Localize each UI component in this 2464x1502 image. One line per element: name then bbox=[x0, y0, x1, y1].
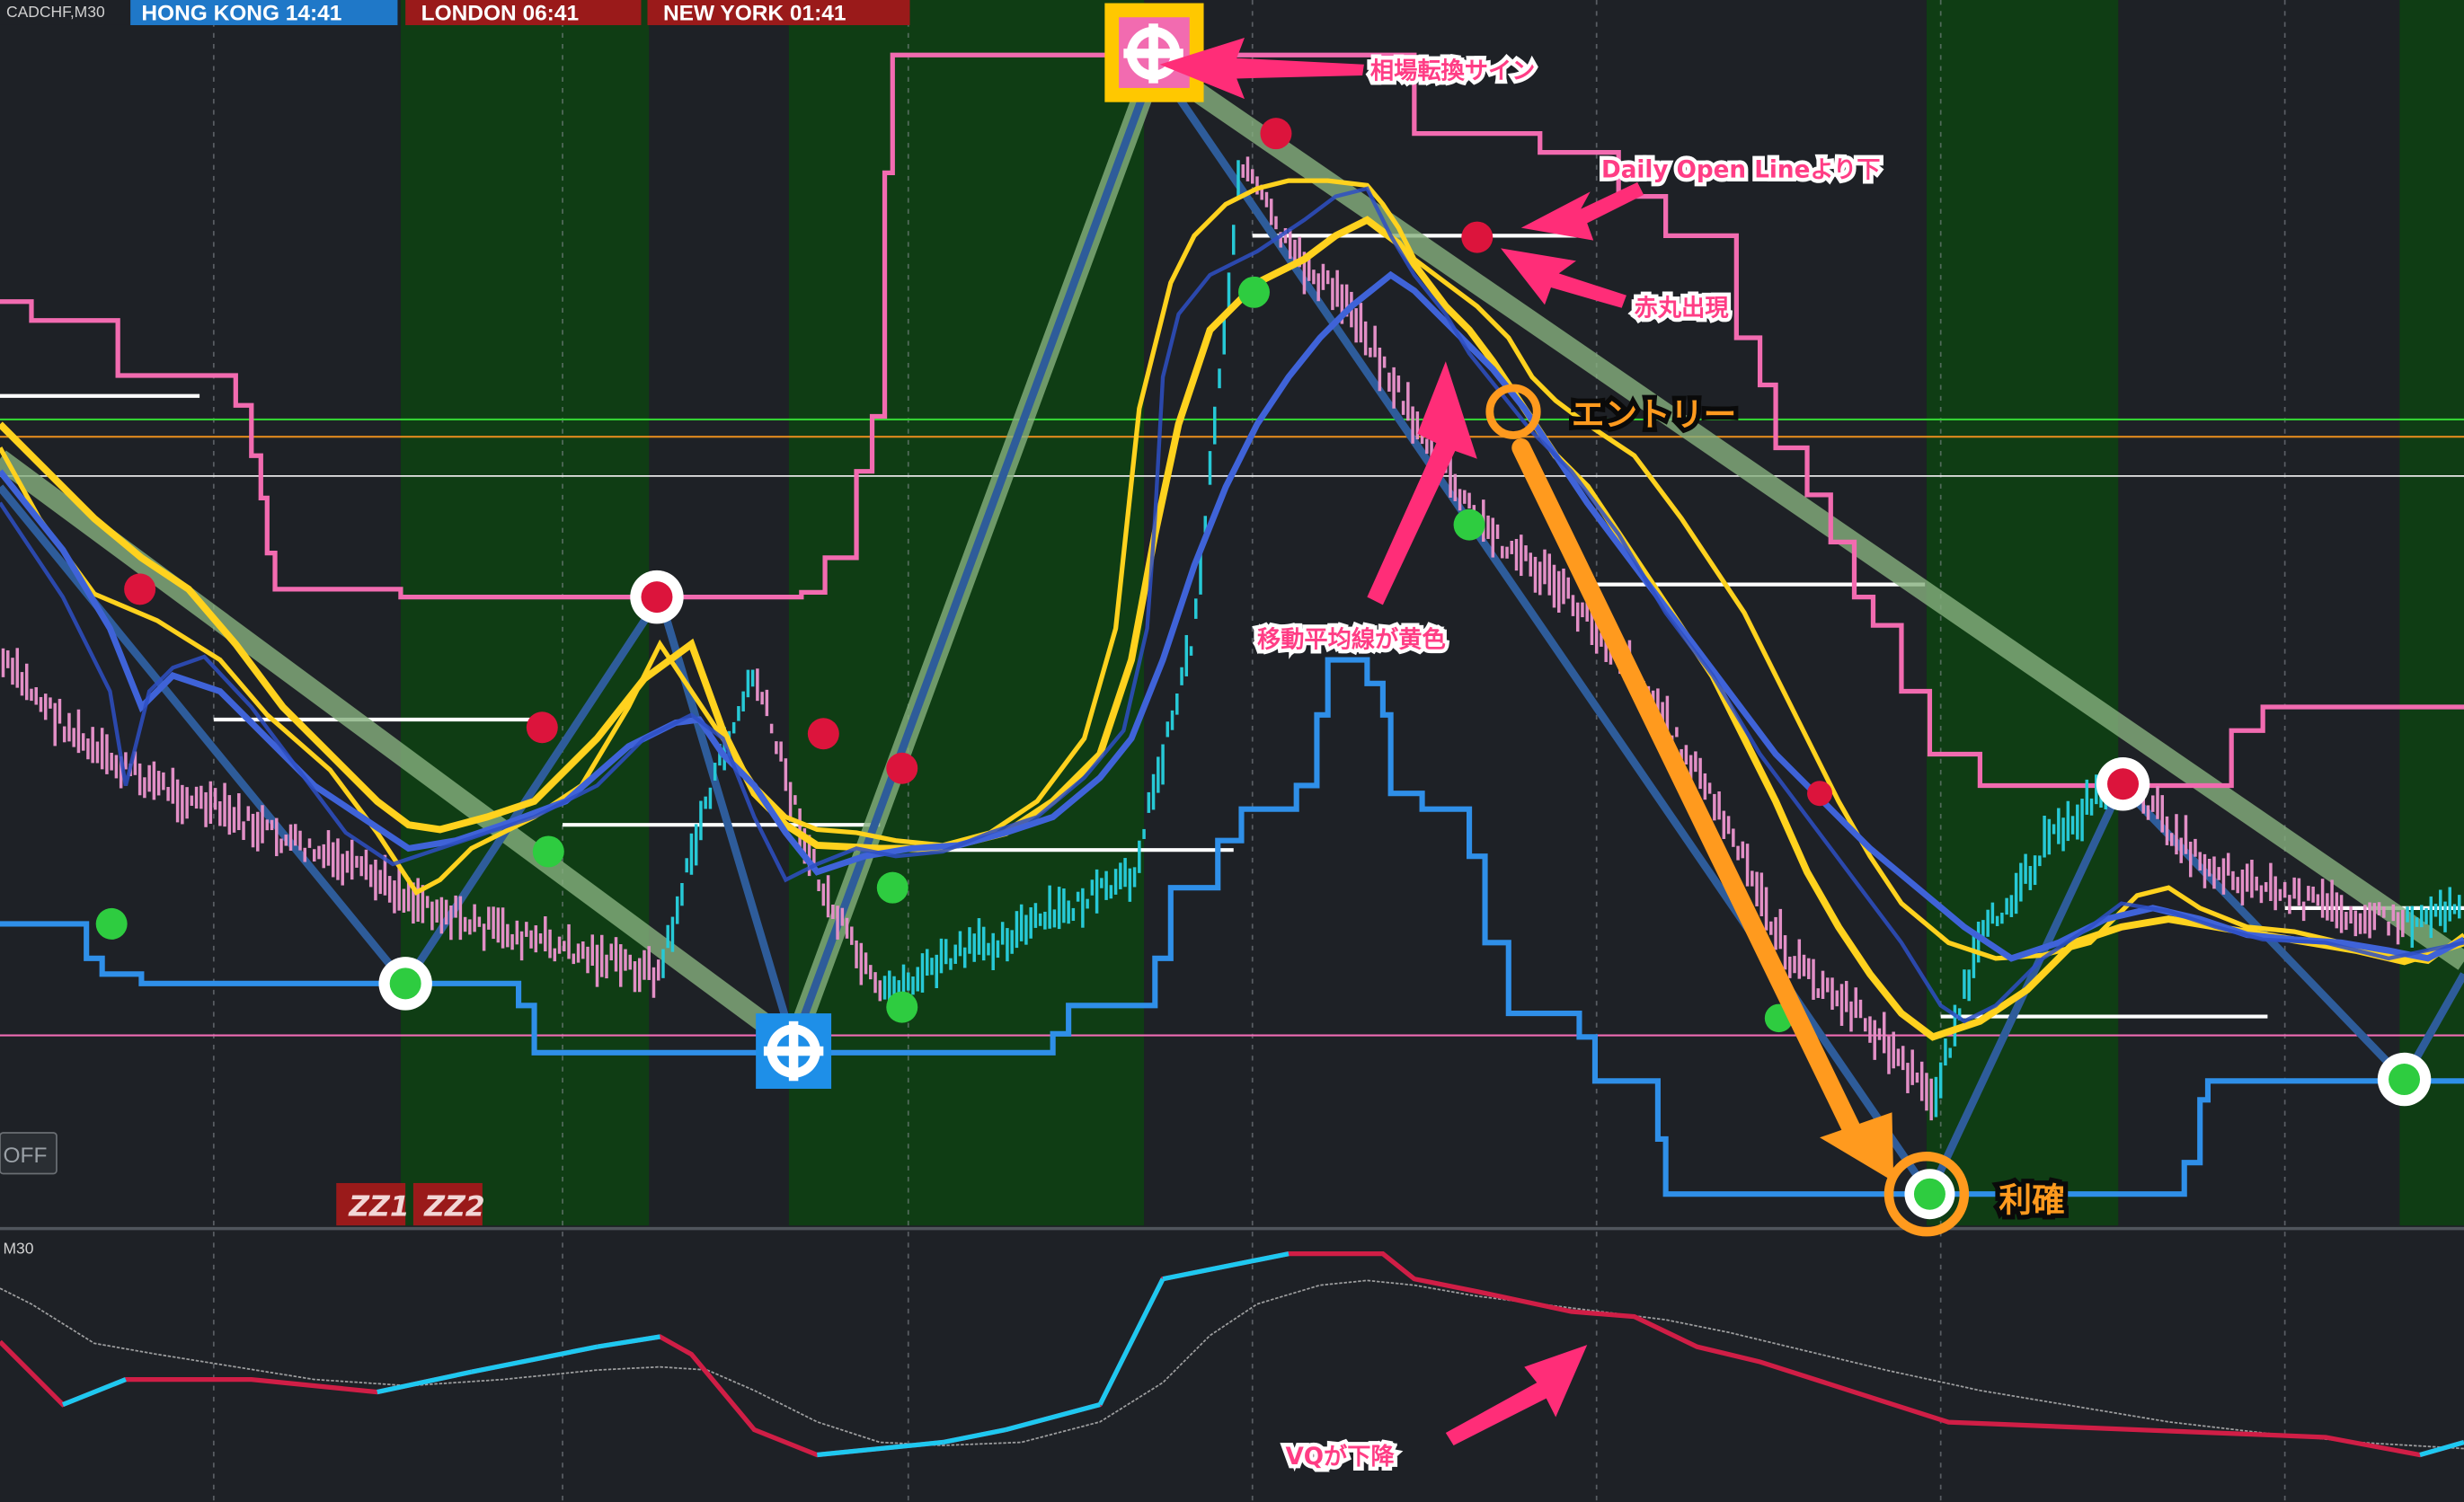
red-signal-dot[interactable] bbox=[807, 718, 839, 750]
annotation-ma-yellow: 移動平均線が黄色 bbox=[1257, 626, 1446, 654]
session-london: LONDON 06:41 bbox=[421, 2, 579, 26]
trading-chart[interactable]: CADCHF,M30 HONG KONG 14:41 LONDON 06:41 … bbox=[0, 0, 2464, 1502]
green-signal-dot[interactable] bbox=[876, 871, 908, 904]
green-signal-dot[interactable] bbox=[532, 835, 564, 868]
reversal-sign-top[interactable] bbox=[1104, 3, 1204, 102]
pivot-high-marker-core bbox=[2107, 768, 2140, 800]
session-hongkong: HONG KONG 14:41 bbox=[141, 2, 341, 26]
zz2-button-label: ZZ2 bbox=[423, 1191, 485, 1224]
zz2-button[interactable]: ZZ2 bbox=[412, 1182, 485, 1226]
green-signal-dot[interactable] bbox=[1453, 508, 1485, 541]
red-signal-dot[interactable] bbox=[526, 711, 558, 744]
annotation-reversal-sign: 相場転換サイン bbox=[1370, 57, 1536, 84]
crosshair-icon-horizontal bbox=[763, 1046, 824, 1056]
red-signal-dot[interactable] bbox=[1260, 118, 1292, 150]
session-newyork: NEW YORK 01:41 bbox=[663, 2, 846, 26]
pivot-high-marker-core bbox=[641, 581, 673, 614]
red-signal-dot[interactable] bbox=[886, 752, 918, 784]
zz1-button[interactable]: ZZ1 bbox=[336, 1182, 410, 1226]
session-block bbox=[2399, 0, 2464, 1226]
session-bar: CADCHF,M30 HONG KONG 14:41 LONDON 06:41 … bbox=[0, 0, 910, 26]
annotation-take-profit: 利確 bbox=[1999, 1180, 2064, 1219]
annotation-vq: VQが下降 bbox=[1285, 1443, 1395, 1471]
red-signal-dot[interactable] bbox=[1807, 781, 1833, 807]
annotation-red-circle: 赤丸出現 bbox=[1635, 296, 1730, 322]
session-block bbox=[400, 0, 650, 1226]
green-signal-dot[interactable] bbox=[1237, 276, 1270, 308]
crosshair-icon-horizontal bbox=[1123, 49, 1183, 58]
zz1-button-label: ZZ1 bbox=[348, 1191, 410, 1224]
pivot-low-marker-core bbox=[389, 967, 421, 1000]
off-button[interactable]: OFF bbox=[0, 1132, 58, 1175]
red-signal-dot[interactable] bbox=[1461, 221, 1493, 253]
green-signal-dot[interactable] bbox=[886, 991, 918, 1023]
subwindow-label: M30 bbox=[3, 1240, 33, 1258]
session-block bbox=[788, 0, 1145, 1226]
green-signal-dot[interactable] bbox=[95, 907, 128, 940]
take-profit-core bbox=[1913, 1178, 1945, 1210]
red-signal-dot[interactable] bbox=[124, 573, 156, 605]
off-button-label: OFF bbox=[3, 1144, 47, 1168]
pivot-low-marker-core bbox=[2389, 1064, 2421, 1096]
symbol-label: CADCHF,M30 bbox=[6, 3, 105, 21]
annotation-entry: エントリー bbox=[1572, 395, 1737, 434]
reversal-sign-bottom[interactable] bbox=[756, 1013, 832, 1090]
annotation-daily-open: Daily Open Lineより下 bbox=[1601, 157, 1881, 184]
